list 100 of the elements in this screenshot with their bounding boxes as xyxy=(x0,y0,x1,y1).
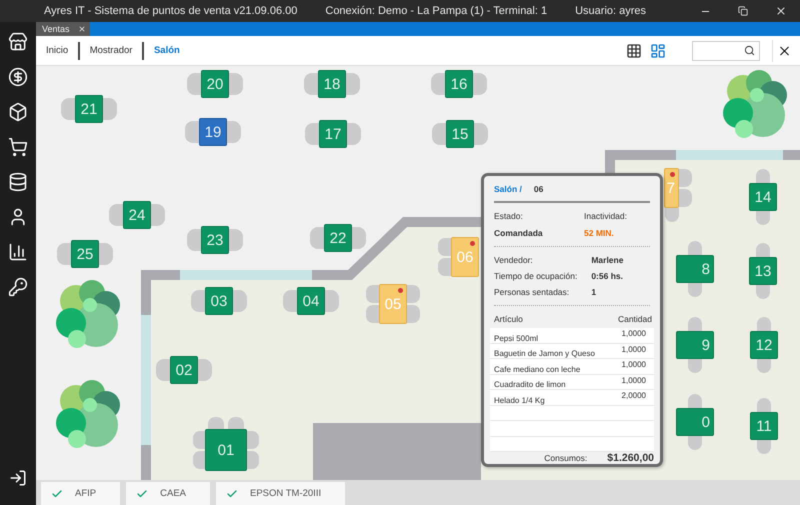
chair xyxy=(227,121,241,143)
table-tile[interactable]: 19 xyxy=(199,118,227,146)
store-icon xyxy=(8,32,28,52)
item-name: Cafe mediano con leche xyxy=(494,364,580,374)
chair xyxy=(688,394,702,408)
chair xyxy=(247,451,259,469)
table-tile[interactable]: 14 xyxy=(749,183,777,211)
table-tile[interactable]: 12 xyxy=(750,331,778,359)
exit-icon xyxy=(9,468,27,486)
item-row[interactable]: Cuadradito de limon 1,0000 xyxy=(490,374,654,390)
chair xyxy=(756,285,770,299)
close-icon xyxy=(78,25,86,33)
state-value: Comandada xyxy=(494,228,544,238)
chair xyxy=(229,229,243,251)
chair xyxy=(756,243,770,257)
table-tile[interactable]: 21 xyxy=(75,95,103,123)
chair xyxy=(679,169,692,187)
table-tile[interactable]: 23 xyxy=(201,226,229,254)
window-title: Ayres IT - Sistema de puntos de venta v21.09.06.00 xyxy=(44,5,298,17)
chair xyxy=(438,238,451,256)
plant-drawing xyxy=(54,379,122,451)
chair xyxy=(688,436,702,450)
table-tile[interactable]: 25 xyxy=(71,240,99,268)
chair xyxy=(756,211,770,225)
table-tile[interactable]: 11 xyxy=(750,412,778,440)
area-link[interactable]: Salón / xyxy=(494,184,522,194)
chair xyxy=(347,123,361,145)
status-label: CAEA xyxy=(160,488,186,499)
chair xyxy=(193,431,205,449)
chair xyxy=(109,204,123,226)
item-quantity: 1,0000 xyxy=(622,328,646,338)
table-tile[interactable]: 18 xyxy=(318,70,346,98)
table-tile[interactable]: 9 xyxy=(676,331,714,359)
column-header: Cantidad xyxy=(618,314,652,324)
table-tile[interactable]: 13 xyxy=(749,257,777,285)
chair xyxy=(247,431,259,449)
chair xyxy=(756,169,770,183)
chair xyxy=(407,285,420,303)
close-icon xyxy=(775,5,787,17)
table-tile[interactable]: 22 xyxy=(324,224,352,252)
floor-plan-icon xyxy=(650,42,666,58)
column-header: Artículo xyxy=(494,314,523,324)
chair xyxy=(310,227,324,249)
item-name: Pepsi 500ml xyxy=(494,334,538,342)
chair xyxy=(431,73,445,95)
chair xyxy=(193,451,205,469)
item-row[interactable]: Cafe mediano con leche 1,0000 xyxy=(490,359,654,374)
table-tile[interactable]: 20 xyxy=(201,70,229,98)
chair xyxy=(61,98,75,120)
item-quantity: 2,0000 xyxy=(622,390,646,400)
item-name: Helado 1/4 Kg xyxy=(494,396,545,404)
chair xyxy=(757,440,771,454)
chair xyxy=(679,189,692,207)
box-icon xyxy=(8,102,28,122)
tab[interactable]: Ventas xyxy=(36,22,90,36)
search-field[interactable] xyxy=(692,40,760,60)
chair xyxy=(432,123,446,145)
chair xyxy=(187,229,201,251)
chair xyxy=(325,290,339,312)
breadcrumb-link[interactable]: Mostrador xyxy=(90,45,142,56)
item-row[interactable]: Baguetin de Jamon y Queso 1,0000 xyxy=(490,344,654,359)
breadcrumb-link[interactable]: Salón xyxy=(154,45,190,56)
restore-icon xyxy=(738,6,748,16)
chair xyxy=(757,317,771,331)
table-tile[interactable]: 8 xyxy=(676,255,714,283)
table-tile[interactable]: 16 xyxy=(445,70,473,98)
chair xyxy=(688,317,702,331)
table-tile[interactable]: 15 xyxy=(446,120,474,148)
chair xyxy=(688,241,702,255)
breadcrumb-link[interactable]: Inicio xyxy=(46,45,78,56)
table-tile[interactable]: 24 xyxy=(123,201,151,229)
search-icon xyxy=(744,45,755,56)
table-tile[interactable]: 17 xyxy=(319,120,347,148)
chair xyxy=(366,285,379,303)
table-tile[interactable]: 02 xyxy=(170,356,198,384)
chair xyxy=(688,359,702,373)
field-label: Vendedor: xyxy=(494,255,534,265)
chair xyxy=(229,73,243,95)
table-tile[interactable]: 04 xyxy=(297,287,325,315)
item-row[interactable]: Pepsi 500ml 1,0000 xyxy=(490,328,654,344)
chair xyxy=(438,258,451,276)
chair xyxy=(187,73,201,95)
item-row[interactable]: Helado 1/4 Kg 2,0000 xyxy=(490,390,654,406)
chair xyxy=(208,417,224,429)
key-icon xyxy=(8,276,28,296)
grid-icon xyxy=(626,42,642,58)
chair xyxy=(757,359,771,373)
field-label: Personas sentadas: xyxy=(494,287,570,297)
table-tile[interactable]: 0 xyxy=(676,408,714,436)
user-text: Usuario: ayres xyxy=(575,5,646,17)
close-view-button[interactable] xyxy=(772,40,792,62)
chair xyxy=(473,73,487,95)
table-tile[interactable]: 03 xyxy=(205,287,233,315)
total-label: Consumos: xyxy=(544,453,588,463)
table-tile[interactable]: 01 xyxy=(205,429,247,471)
chair xyxy=(304,73,318,95)
chair xyxy=(151,204,165,226)
seller-value: Marlene xyxy=(591,255,624,265)
chair xyxy=(757,398,771,412)
chair xyxy=(57,243,71,265)
